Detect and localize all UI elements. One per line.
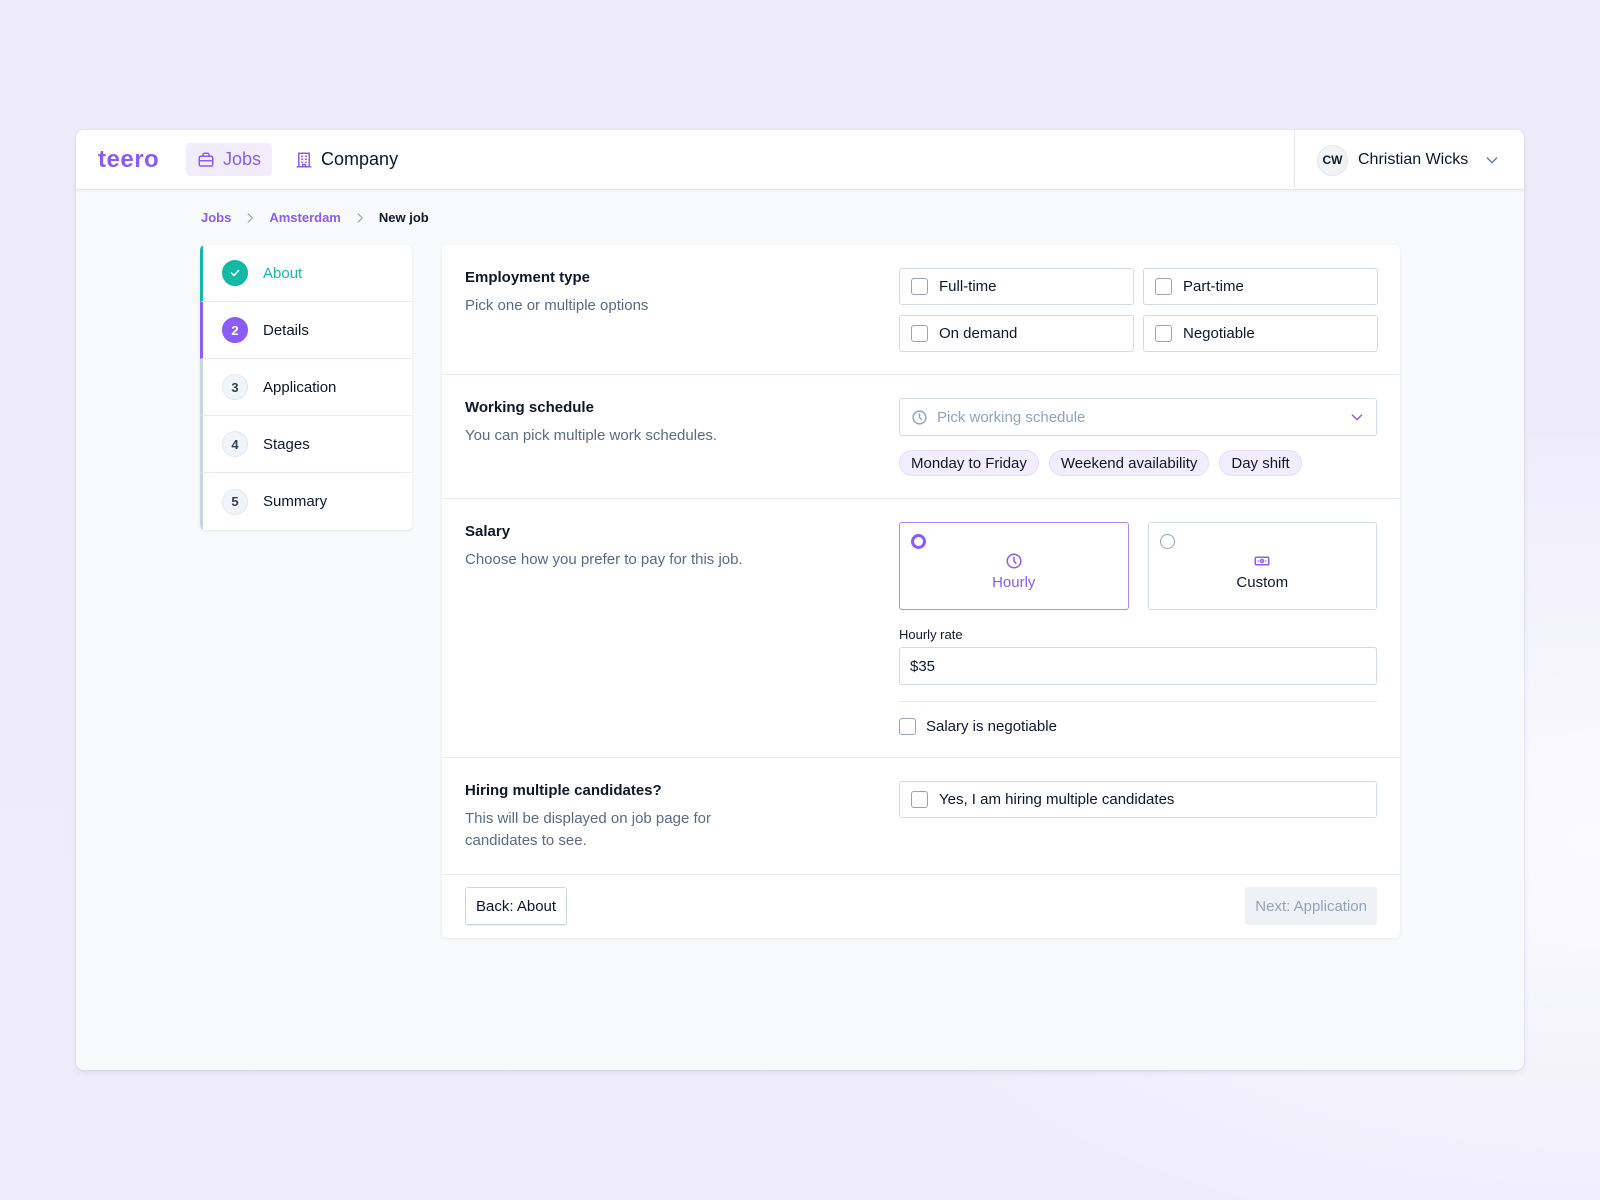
schedule-chip[interactable]: Weekend availability (1048, 450, 1210, 476)
section-description: Pick one or multiple options (465, 297, 649, 314)
form-footer: Back: About Next: Application (442, 875, 1400, 938)
checkbox-full-time[interactable]: Full-time (899, 268, 1134, 305)
step-about[interactable]: About (200, 245, 412, 302)
checkbox-hiring-multiple[interactable]: Yes, I am hiring multiple candidates (899, 781, 1377, 818)
avatar: CW (1317, 144, 1348, 176)
divider (899, 701, 1377, 702)
chevron-down-icon (1486, 157, 1498, 164)
section-title: Hiring multiple candidates? (465, 782, 662, 799)
top-navigation: teero Jobs Company CW Christian Wicks (76, 130, 1524, 190)
step-label: Stages (263, 435, 310, 453)
step-label: Details (263, 321, 309, 339)
checkbox[interactable] (911, 278, 928, 295)
step-label: About (263, 264, 303, 282)
hourly-rate-input[interactable] (899, 647, 1377, 685)
section-title: Salary (465, 523, 511, 540)
checkbox-label: On demand (939, 325, 1018, 342)
step-label: Summary (263, 493, 328, 510)
chevron-right-icon (353, 211, 367, 225)
checkbox[interactable] (911, 791, 928, 808)
step-label: Application (263, 378, 337, 396)
briefcase-icon (198, 152, 214, 167)
nav-jobs-label: Jobs (223, 149, 262, 169)
checkbox-label: Yes, I am hiring multiple candidates (939, 791, 1175, 808)
checkbox-negotiable[interactable]: Negotiable (1143, 315, 1378, 352)
selected-schedules: Monday to Friday Weekend availability Da… (899, 450, 1377, 476)
checkbox[interactable] (899, 718, 916, 735)
schedule-chip[interactable]: Day shift (1219, 450, 1302, 476)
breadcrumb-jobs[interactable]: Jobs (201, 210, 231, 225)
user-name: Christian Wicks (1358, 151, 1469, 168)
step-application[interactable]: 3 Application (200, 359, 412, 416)
step-number: 4 (222, 431, 248, 457)
app-window: teero Jobs Company CW Christian Wicks Jo… (76, 130, 1524, 1070)
checkbox-label: Full-time (939, 278, 997, 295)
hourly-rate-label: Hourly rate (899, 627, 963, 642)
step-details[interactable]: 2 Details (200, 302, 412, 359)
working-schedule-section: Working schedule You can pick multiple w… (442, 375, 1400, 499)
salary-option-label: Hourly (992, 573, 1036, 591)
salary-option-custom[interactable]: Custom (1147, 522, 1377, 610)
hiring-multiple-section: Hiring multiple candidates? This will be… (442, 758, 1400, 875)
radio-button[interactable] (911, 534, 926, 549)
salary-section: Salary Choose how you prefer to pay for … (442, 499, 1400, 758)
schedule-chip[interactable]: Monday to Friday (899, 450, 1039, 476)
clock-icon (912, 409, 927, 425)
back-button[interactable]: Back: About (465, 887, 568, 925)
breadcrumb: Jobs Amsterdam New job (201, 210, 429, 225)
checkbox-label: Salary is negotiable (926, 718, 1057, 735)
checkbox-label: Negotiable (1183, 325, 1255, 342)
checkbox[interactable] (1155, 325, 1172, 342)
checkbox[interactable] (1155, 278, 1172, 295)
clock-icon (1005, 552, 1023, 570)
salary-negotiable-checkbox[interactable]: Salary is negotiable (899, 718, 1377, 735)
check-icon (222, 260, 248, 286)
section-description: Choose how you prefer to pay for this jo… (465, 551, 743, 568)
checkbox-label: Part-time (1183, 278, 1244, 295)
step-number: 2 (222, 317, 248, 343)
nav-company[interactable]: Company (284, 143, 409, 176)
chevron-down-icon (1351, 414, 1363, 421)
money-icon (1253, 552, 1271, 570)
radio-button[interactable] (1159, 534, 1175, 549)
building-icon (296, 152, 312, 167)
breadcrumb-current: New job (378, 210, 429, 225)
checkbox-part-time[interactable]: Part-time (1143, 268, 1378, 305)
section-description: This will be displayed on job page for c… (465, 810, 711, 849)
step-number: 3 (222, 374, 248, 400)
employment-type-section: Employment type Pick one or multiple opt… (442, 245, 1400, 375)
next-button[interactable]: Next: Application (1245, 887, 1377, 925)
nav-company-label: Company (321, 149, 399, 169)
checkbox-on-demand[interactable]: On demand (899, 315, 1134, 352)
job-details-form: Employment type Pick one or multiple opt… (442, 245, 1400, 938)
salary-option-label: Custom (1236, 573, 1289, 591)
section-title: Employment type (465, 269, 591, 286)
logo[interactable]: teero (98, 146, 186, 174)
nav-jobs[interactable]: Jobs (186, 143, 273, 176)
step-summary[interactable]: 5 Summary (200, 473, 412, 530)
user-menu[interactable]: CW Christian Wicks (1294, 130, 1524, 190)
step-stages[interactable]: 4 Stages (200, 416, 412, 473)
step-number: 5 (222, 488, 248, 515)
section-title: Working schedule (465, 399, 594, 416)
salary-option-hourly[interactable]: Hourly (899, 522, 1129, 610)
breadcrumb-amsterdam[interactable]: Amsterdam (269, 210, 341, 225)
working-schedule-select[interactable]: Pick working schedule (899, 398, 1377, 436)
wizard-stepper: About 2 Details 3 Application 4 Stages 5… (200, 245, 412, 530)
chevron-right-icon (243, 211, 257, 225)
section-description: You can pick multiple work schedules. (465, 427, 718, 444)
checkbox[interactable] (911, 325, 928, 342)
select-placeholder: Pick working schedule (937, 408, 1086, 426)
